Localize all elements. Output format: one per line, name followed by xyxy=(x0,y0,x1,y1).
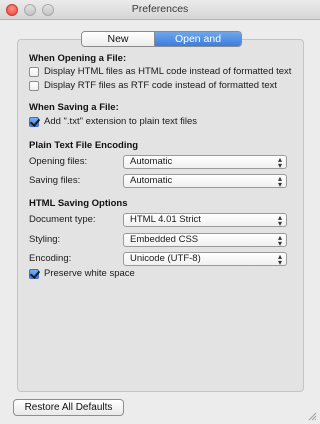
option-add-txt-extension[interactable]: Add ".txt" extension to plain text files xyxy=(29,116,197,127)
display-html-code-label: Display HTML files as HTML code instead … xyxy=(44,66,292,77)
document-type-label: Document type: xyxy=(29,214,96,225)
add-txt-extension-checkbox[interactable] xyxy=(29,116,39,127)
html-saving-heading: HTML Saving Options xyxy=(29,198,128,209)
display-rtf-code-checkbox[interactable] xyxy=(29,80,39,91)
document-type-select[interactable]: HTML 4.01 Strict ▴ ▾ xyxy=(123,213,287,228)
tab-open-and-save[interactable]: Open and Save xyxy=(155,32,241,46)
opening-files-select[interactable]: Automatic ▴ ▾ xyxy=(123,155,287,170)
tab-new-document[interactable]: New Document xyxy=(82,32,155,46)
select-arrows-icon: ▴ ▾ xyxy=(277,155,282,170)
document-type-value: HTML 4.01 Strict xyxy=(130,214,201,225)
opening-heading: When Opening a File: xyxy=(29,53,127,64)
display-rtf-code-label: Display RTF files as RTF code instead of… xyxy=(44,80,278,91)
title-bar[interactable]: Preferences xyxy=(0,0,320,20)
styling-value: Embedded CSS xyxy=(130,234,199,245)
encoding-heading: Plain Text File Encoding xyxy=(29,140,139,151)
preserve-white-space-label: Preserve white space xyxy=(44,268,135,279)
add-txt-extension-label: Add ".txt" extension to plain text files xyxy=(44,116,198,127)
window-title: Preferences xyxy=(131,3,189,15)
html-encoding-value: Unicode (UTF-8) xyxy=(130,253,201,264)
display-html-code-checkbox[interactable] xyxy=(29,66,39,77)
select-arrows-icon: ▴ ▾ xyxy=(277,233,282,248)
select-arrows-icon: ▴ ▾ xyxy=(277,174,282,189)
html-encoding-label: Encoding: xyxy=(29,253,72,264)
saving-files-value: Automatic xyxy=(130,175,173,186)
opening-files-label: Opening files: xyxy=(29,156,88,167)
styling-label: Styling: xyxy=(29,234,61,245)
saving-heading: When Saving a File: xyxy=(29,102,119,113)
styling-select[interactable]: Embedded CSS ▴ ▾ xyxy=(123,233,287,248)
option-display-html-code[interactable]: Display HTML files as HTML code instead … xyxy=(29,66,291,77)
opening-files-value: Automatic xyxy=(130,156,173,167)
preserve-white-space-checkbox[interactable] xyxy=(29,268,39,279)
preferences-tab-bar: New Document Open and Save xyxy=(81,31,242,47)
html-encoding-select[interactable]: Unicode (UTF-8) ▴ ▾ xyxy=(123,252,287,267)
restore-all-defaults-button[interactable]: Restore All Defaults xyxy=(13,399,124,416)
preferences-window: Preferences New Document Open and Save W… xyxy=(0,0,320,424)
resize-grip-icon[interactable] xyxy=(307,411,317,421)
select-arrows-icon: ▴ ▾ xyxy=(277,252,282,267)
select-arrows-icon: ▴ ▾ xyxy=(277,213,282,228)
saving-files-label: Saving files: xyxy=(29,175,81,186)
saving-files-select[interactable]: Automatic ▴ ▾ xyxy=(123,174,287,189)
option-display-rtf-code[interactable]: Display RTF files as RTF code instead of… xyxy=(29,80,277,91)
option-preserve-white-space[interactable]: Preserve white space xyxy=(29,268,135,279)
